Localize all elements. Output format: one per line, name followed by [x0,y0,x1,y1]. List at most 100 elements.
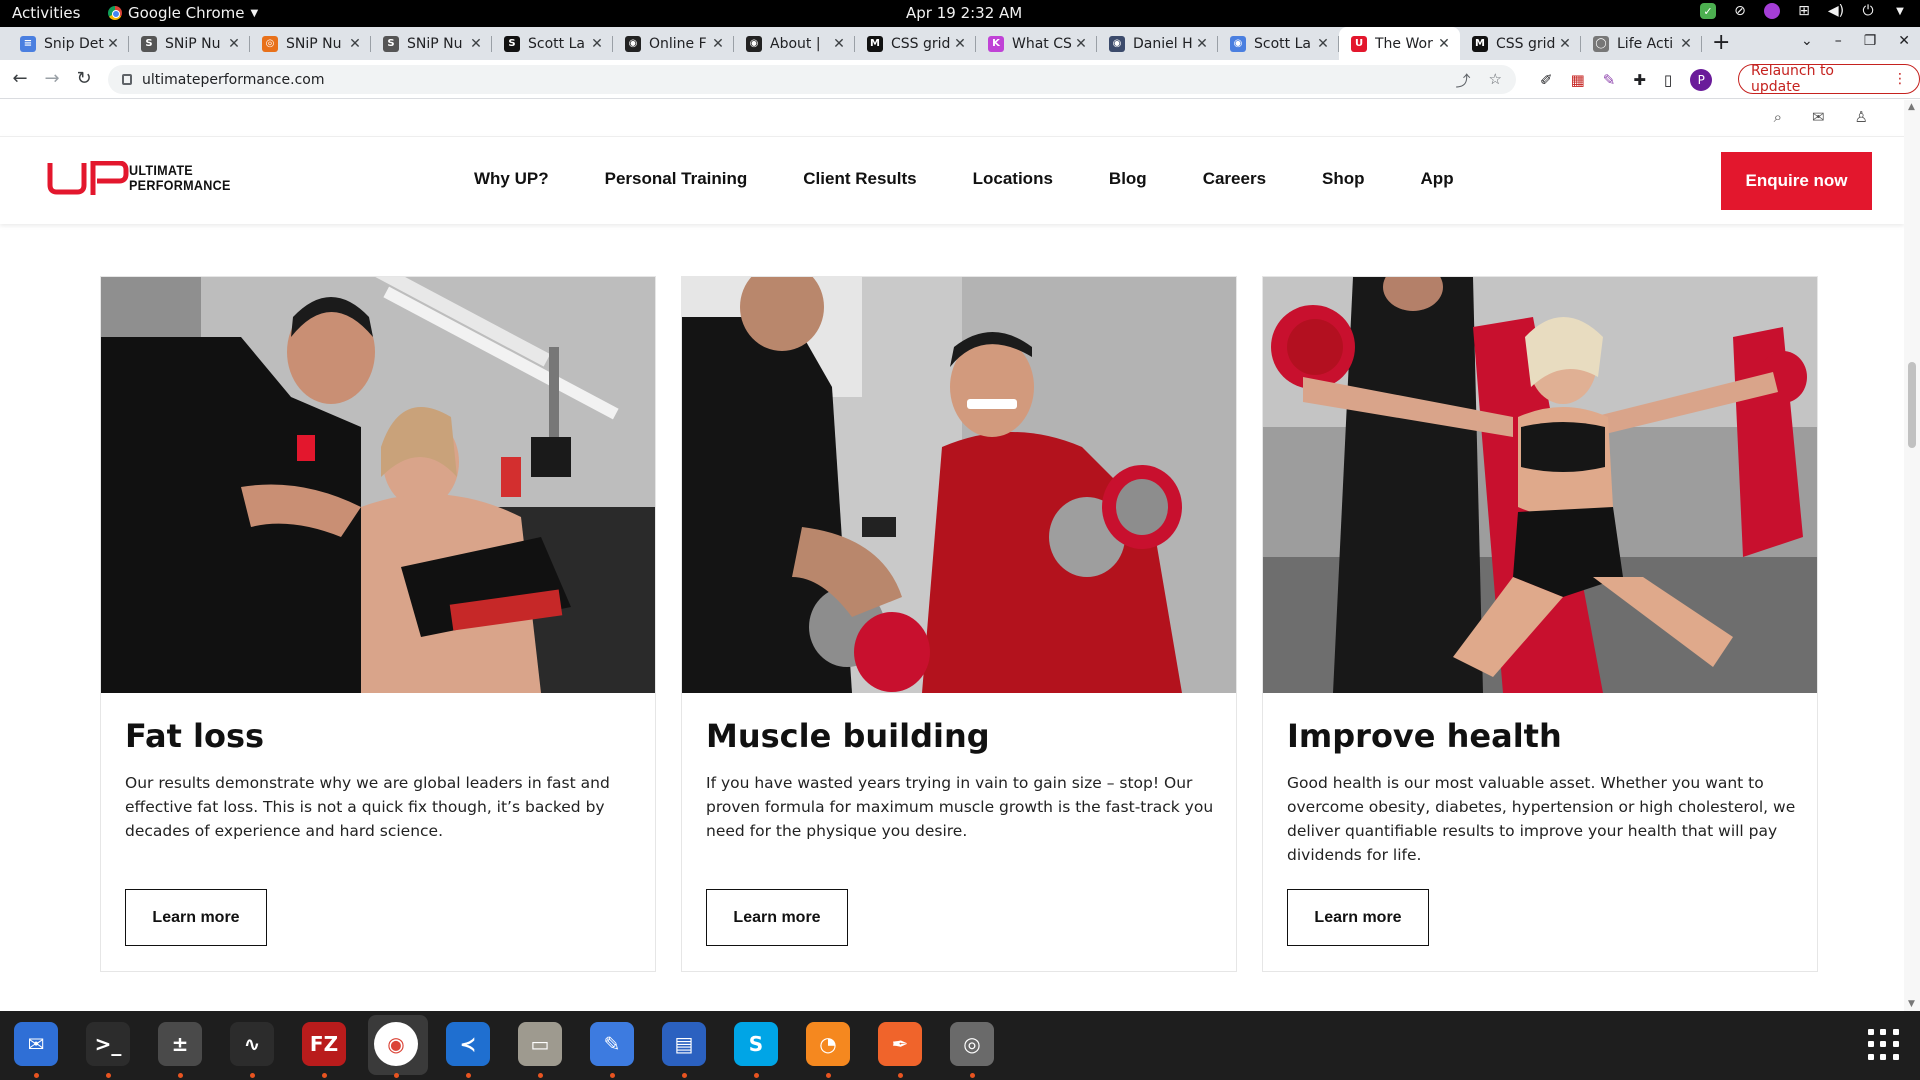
sync-icon[interactable]: ⊘ [1732,3,1748,19]
inkscape-icon[interactable]: ✒ [878,1022,922,1066]
close-tab-icon[interactable]: ✕ [347,36,363,52]
learn-more-button[interactable]: Learn more [125,889,267,946]
document-viewer-icon[interactable]: ▤ [662,1022,706,1066]
close-tab-icon[interactable]: ✕ [468,36,484,52]
close-tab-icon[interactable]: ✕ [710,36,726,52]
browser-tab[interactable]: ◯ Life Acti ✕ [1581,27,1702,60]
search-icon[interactable]: ⌕ [1774,108,1782,126]
nav-client-results[interactable]: Client Results [803,169,916,189]
close-window-icon[interactable]: ✕ [1898,33,1910,49]
network-icon[interactable]: ⊞ [1796,3,1812,19]
address-bar[interactable]: ultimateperformance.com ⤴ ☆ [108,65,1516,94]
new-tab-button[interactable]: + [1712,30,1730,55]
app-menu[interactable]: Google Chrome ▼ [108,4,258,22]
forward-icon[interactable]: → [40,68,64,89]
app-indicator-icon[interactable] [1764,3,1780,19]
scroll-down-icon[interactable]: ▼ [1908,999,1915,1009]
lock-icon[interactable] [122,74,132,85]
volume-icon[interactable]: ◀) [1828,3,1844,19]
calculator-icon[interactable]: ± [158,1022,202,1066]
system-tray[interactable]: ✓ ⊘ ⊞ ◀) ⏻ ▼ [1700,3,1908,19]
files-icon[interactable]: ▭ [518,1022,562,1066]
clock[interactable]: Apr 19 2:32 AM [906,4,1022,22]
browser-tab[interactable]: ◉ About | ✕ [734,27,855,60]
share-icon[interactable]: ⤴ [1456,70,1471,91]
close-tab-icon[interactable]: ✕ [589,36,605,52]
kebab-menu-icon[interactable]: ⋮ [1893,71,1907,87]
nav-shop[interactable]: Shop [1322,169,1365,189]
page-scrollbar[interactable]: ▲ ▼ [1904,100,1920,1011]
close-tab-icon[interactable]: ✕ [105,36,121,52]
minimize-icon[interactable]: – [1835,33,1842,49]
bookmark-star-icon[interactable]: ☆ [1489,70,1502,91]
nav-app[interactable]: App [1421,169,1454,189]
thunderbird-icon[interactable]: ✉ [14,1022,58,1066]
close-tab-icon[interactable]: ✕ [1436,36,1452,52]
nav-locations[interactable]: Locations [973,169,1053,189]
browser-tab[interactable]: M CSS grid ✕ [855,27,976,60]
tab-favicon-icon: ≡ [20,35,36,52]
relaunch-to-update-button[interactable]: Relaunch to update ⋮ [1738,63,1920,95]
learn-more-button[interactable]: Learn more [1287,889,1429,946]
restore-icon[interactable]: ❐ [1864,33,1877,49]
reload-icon[interactable]: ↻ [72,68,96,89]
text-editor-icon[interactable]: ✎ [590,1022,634,1066]
url-text[interactable]: ultimateperformance.com [142,72,324,88]
terminal-icon[interactable]: >_ [86,1022,130,1066]
browser-tab[interactable]: M CSS grid ✕ [1460,27,1581,60]
browser-tab[interactable]: ◉ Online F ✕ [613,27,734,60]
browser-tab[interactable]: S SNiP Nu ✕ [129,27,250,60]
activities-button[interactable]: Activities [12,4,80,22]
running-indicator [754,1073,759,1078]
back-icon[interactable]: ← [8,68,32,89]
nav-careers[interactable]: Careers [1203,169,1266,189]
nav-why-up[interactable]: Why UP? [474,169,549,189]
filezilla-icon[interactable]: FZ [302,1022,346,1066]
close-tab-icon[interactable]: ✕ [1678,36,1694,52]
browser-tab[interactable]: K What CS ✕ [976,27,1097,60]
browser-tab[interactable]: U The Wor ✕ [1339,27,1460,60]
browser-tab[interactable]: ◉ Daniel H ✕ [1097,27,1218,60]
close-tab-icon[interactable]: ✕ [1557,36,1573,52]
close-tab-icon[interactable]: ✕ [1073,36,1089,52]
eyedropper-extension-icon[interactable]: ✐ [1540,71,1553,89]
scroll-up-icon[interactable]: ▲ [1908,102,1915,112]
chrome-icon[interactable]: ◉ [374,1022,418,1066]
browser-tab[interactable]: ◎ SNiP Nu ✕ [250,27,371,60]
close-tab-icon[interactable]: ✕ [952,36,968,52]
browser-tab[interactable]: ◉ Scott La ✕ [1218,27,1339,60]
nav-blog[interactable]: Blog [1109,169,1147,189]
mail-icon[interactable]: ✉ [1812,108,1825,126]
pen-extension-icon[interactable]: ✎ [1603,71,1616,89]
calendar-extension-icon[interactable]: ▦ [1571,71,1585,89]
scrollbar-thumb[interactable] [1908,362,1916,448]
disk-icon[interactable]: ◎ [950,1022,994,1066]
browser-tab[interactable]: S SNiP Nu ✕ [371,27,492,60]
profile-avatar[interactable]: P [1690,69,1713,91]
close-tab-icon[interactable]: ✕ [1315,36,1331,52]
blender-icon[interactable]: ◔ [806,1022,850,1066]
side-panel-icon[interactable]: ▯ [1664,71,1672,89]
close-tab-icon[interactable]: ✕ [831,36,847,52]
nav-personal-training[interactable]: Personal Training [605,169,748,189]
browser-tab[interactable]: ≡ Snip Det ✕ [8,27,129,60]
puzzle-extensions-icon[interactable]: ✚ [1633,71,1646,89]
skype-icon[interactable]: S [734,1022,778,1066]
enquire-now-button[interactable]: Enquire now [1721,152,1872,210]
power-icon[interactable]: ⏻ [1860,3,1876,19]
close-tab-icon[interactable]: ✕ [1194,36,1210,52]
site-logo[interactable]: ULTIMATE PERFORMANCE [47,161,242,195]
close-tab-icon[interactable]: ✕ [226,36,242,52]
running-indicator [682,1073,687,1078]
logo-line-2: PERFORMANCE [129,177,231,193]
tab-title: Life Acti [1617,35,1674,52]
learn-more-button[interactable]: Learn more [706,889,848,946]
vscode-icon[interactable]: ≺ [446,1022,490,1066]
system-monitor-icon[interactable]: ∿ [230,1022,274,1066]
shield-check-icon[interactable]: ✓ [1700,3,1716,19]
show-applications-icon[interactable] [1868,1029,1900,1061]
tab-search-icon[interactable]: ⌄ [1801,33,1813,49]
user-icon[interactable]: ♙ [1855,108,1868,126]
chevron-down-icon[interactable]: ▼ [1892,3,1908,19]
browser-tab[interactable]: S Scott La ✕ [492,27,613,60]
